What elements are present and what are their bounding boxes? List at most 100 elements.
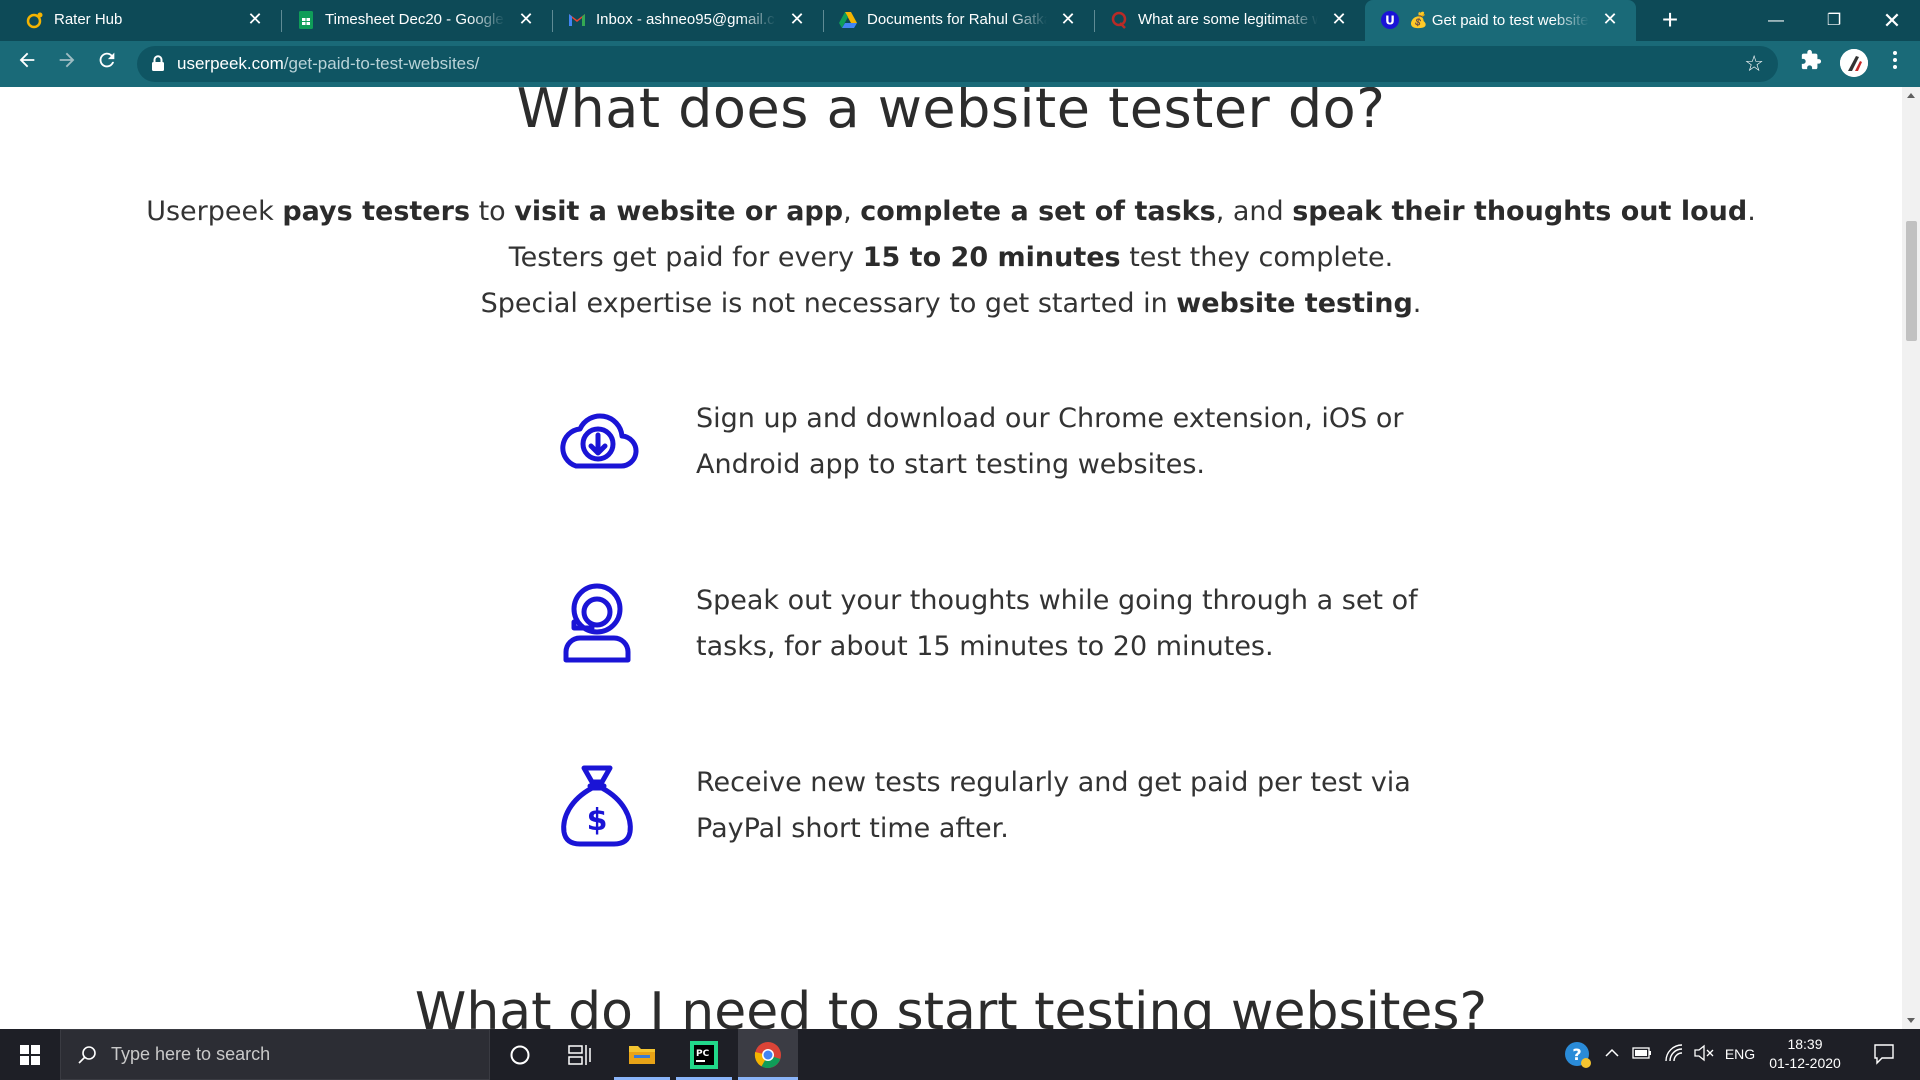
tab-close-icon[interactable]: ✕ (516, 9, 536, 29)
browser-tab-3[interactable]: Inbox - ashneo95@gmail.com ✕ (552, 0, 823, 41)
svg-text:U: U (1385, 14, 1395, 28)
task-view-button[interactable] (552, 1029, 608, 1080)
intro-text: to (470, 196, 515, 227)
intro-bold-text: 15 to 20 minutes (862, 242, 1121, 273)
speaker-muted-icon (1694, 1044, 1714, 1062)
kebab-menu-icon (1893, 51, 1897, 69)
battery-icon (1632, 1047, 1651, 1059)
search-icon (78, 1046, 96, 1064)
browser-tab-6[interactable]: U 💰 Get paid to test websites ✕ (1365, 0, 1636, 41)
browser-tab-strip: Rater Hub✕Timesheet Dec20 - Google Sheet… (0, 0, 1920, 41)
restore-button[interactable]: ❐ (1806, 0, 1862, 41)
pycharm-taskbar-button[interactable]: PC (676, 1029, 732, 1080)
taskbar-search-box[interactable]: Type here to search (60, 1029, 490, 1080)
intro-text: Userpeek (146, 196, 283, 227)
tab-title: What are some legitimate ways (1138, 11, 1318, 28)
lock-icon (152, 55, 164, 71)
intro-text: . (1412, 288, 1422, 319)
windows-taskbar: Type here to search PC ? ENG 18:39 01-12… (0, 1029, 1920, 1080)
pycharm-icon: PC (690, 1041, 718, 1069)
tab-title: 💰 Get paid to test websites (1409, 12, 1589, 29)
profile-avatar[interactable] (1840, 49, 1868, 77)
file-explorer-taskbar-button[interactable] (614, 1029, 670, 1080)
bookmark-star-icon[interactable]: ☆ (1744, 51, 1764, 77)
puzzle-icon (1801, 49, 1822, 70)
folder-icon (629, 1046, 655, 1064)
clock-date: 01-12-2020 (1769, 1055, 1841, 1071)
url-domain: userpeek.com (177, 54, 284, 73)
browser-tab-1[interactable]: Rater Hub ✕ (10, 0, 281, 41)
scroll-up-arrow-icon[interactable] (1907, 93, 1915, 98)
windows-logo-icon (20, 1045, 40, 1065)
new-tab-button[interactable]: + (1654, 4, 1686, 36)
help-question-icon: ? (1565, 1042, 1591, 1068)
forward-button[interactable] (52, 49, 82, 79)
tab-close-icon[interactable]: ✕ (1058, 9, 1078, 29)
intro-text: Special expertise is not necessary to ge… (480, 288, 1177, 319)
svg-text:PC: PC (696, 1049, 710, 1059)
start-button[interactable] (0, 1029, 60, 1080)
extensions-button[interactable] (1796, 49, 1826, 79)
chrome-menu-button[interactable] (1880, 49, 1910, 79)
next-section-heading: What do I need to start testing websites… (414, 982, 1488, 1029)
wifi-icon (1665, 1044, 1683, 1062)
browser-tab-4[interactable]: Documents for Rahul Gatkal ✕ (823, 0, 1094, 41)
web-page: What does a website tester do? Userpeek … (0, 87, 1902, 1029)
show-hidden-icons-button[interactable] (1600, 1029, 1624, 1080)
reload-icon (99, 52, 115, 68)
tab-close-icon[interactable]: ✕ (1600, 9, 1620, 29)
back-button[interactable] (12, 49, 42, 79)
cortana-circle-icon (510, 1045, 530, 1065)
intro-text: , and (1215, 196, 1293, 227)
svg-text:$: $ (587, 803, 608, 838)
tab-close-icon[interactable]: ✕ (245, 9, 265, 29)
battery-tray-button[interactable] (1628, 1029, 1656, 1080)
close-window-button[interactable]: ✕ (1864, 0, 1920, 41)
tab-title: Timesheet Dec20 - Google Sheets (325, 11, 505, 28)
intro-paragraph: Userpeek pays testers to visit a website… (0, 189, 1902, 327)
intro-text: . (1747, 196, 1756, 227)
address-bar[interactable]: userpeek.com/get-paid-to-test-websites/ … (137, 46, 1778, 82)
browser-tab-2[interactable]: Timesheet Dec20 - Google Sheets ✕ (281, 0, 552, 41)
feature-text: Sign up and download our Chrome extensio… (696, 403, 1404, 480)
avatar-image-icon (1840, 49, 1868, 77)
userpeek-icon: U (1381, 11, 1399, 29)
chrome-taskbar-button[interactable] (738, 1029, 798, 1080)
cortana-button[interactable] (492, 1029, 548, 1080)
arrow-left-icon (19, 52, 35, 68)
intro-bold-text: pays testers (282, 196, 471, 227)
google-sheets-icon (297, 11, 315, 29)
scrollbar-thumb[interactable] (1906, 221, 1917, 341)
svg-text:?: ? (1572, 1045, 1581, 1064)
intro-bold-text: speak their thoughts out loud (1292, 196, 1748, 227)
chrome-icon (754, 1042, 781, 1069)
gmail-icon (568, 11, 586, 29)
notification-icon (1874, 1044, 1894, 1065)
page-scrollbar[interactable] (1902, 87, 1920, 1029)
reload-button[interactable] (92, 49, 122, 79)
language-indicator[interactable]: ENG (1722, 1029, 1758, 1080)
scroll-down-arrow-icon[interactable] (1907, 1018, 1915, 1023)
network-tray-button[interactable] (1660, 1029, 1688, 1080)
tab-close-icon[interactable]: ✕ (1329, 9, 1349, 29)
action-center-button[interactable] (1860, 1029, 1906, 1080)
intro-line-2: Testers get paid for every 15 to 20 minu… (0, 235, 1902, 281)
browser-toolbar: userpeek.com/get-paid-to-test-websites/ … (0, 41, 1920, 87)
tab-title: Rater Hub (54, 11, 123, 28)
money-bag-icon: $ (561, 765, 633, 847)
minimize-button[interactable]: — (1748, 0, 1804, 41)
task-view-icon (568, 1045, 591, 1065)
intro-bold-text: website testing (1176, 288, 1413, 319)
section-heading: What does a website tester do? (516, 87, 1386, 140)
tab-title: Inbox - ashneo95@gmail.com (596, 11, 776, 28)
headset-user-icon (563, 583, 631, 663)
browser-tab-5[interactable]: What are some legitimate ways ✕ (1094, 0, 1365, 41)
volume-tray-button[interactable] (1690, 1029, 1718, 1080)
intro-text: Testers get paid for every (508, 242, 863, 273)
chevron-up-icon (1605, 1048, 1619, 1057)
intro-bold-text: visit a website or app (514, 196, 844, 227)
help-tray-button[interactable]: ? (1560, 1029, 1596, 1080)
intro-text: test they complete. (1120, 242, 1394, 273)
taskbar-clock[interactable]: 18:39 01-12-2020 (1760, 1035, 1850, 1073)
tab-close-icon[interactable]: ✕ (787, 9, 807, 29)
